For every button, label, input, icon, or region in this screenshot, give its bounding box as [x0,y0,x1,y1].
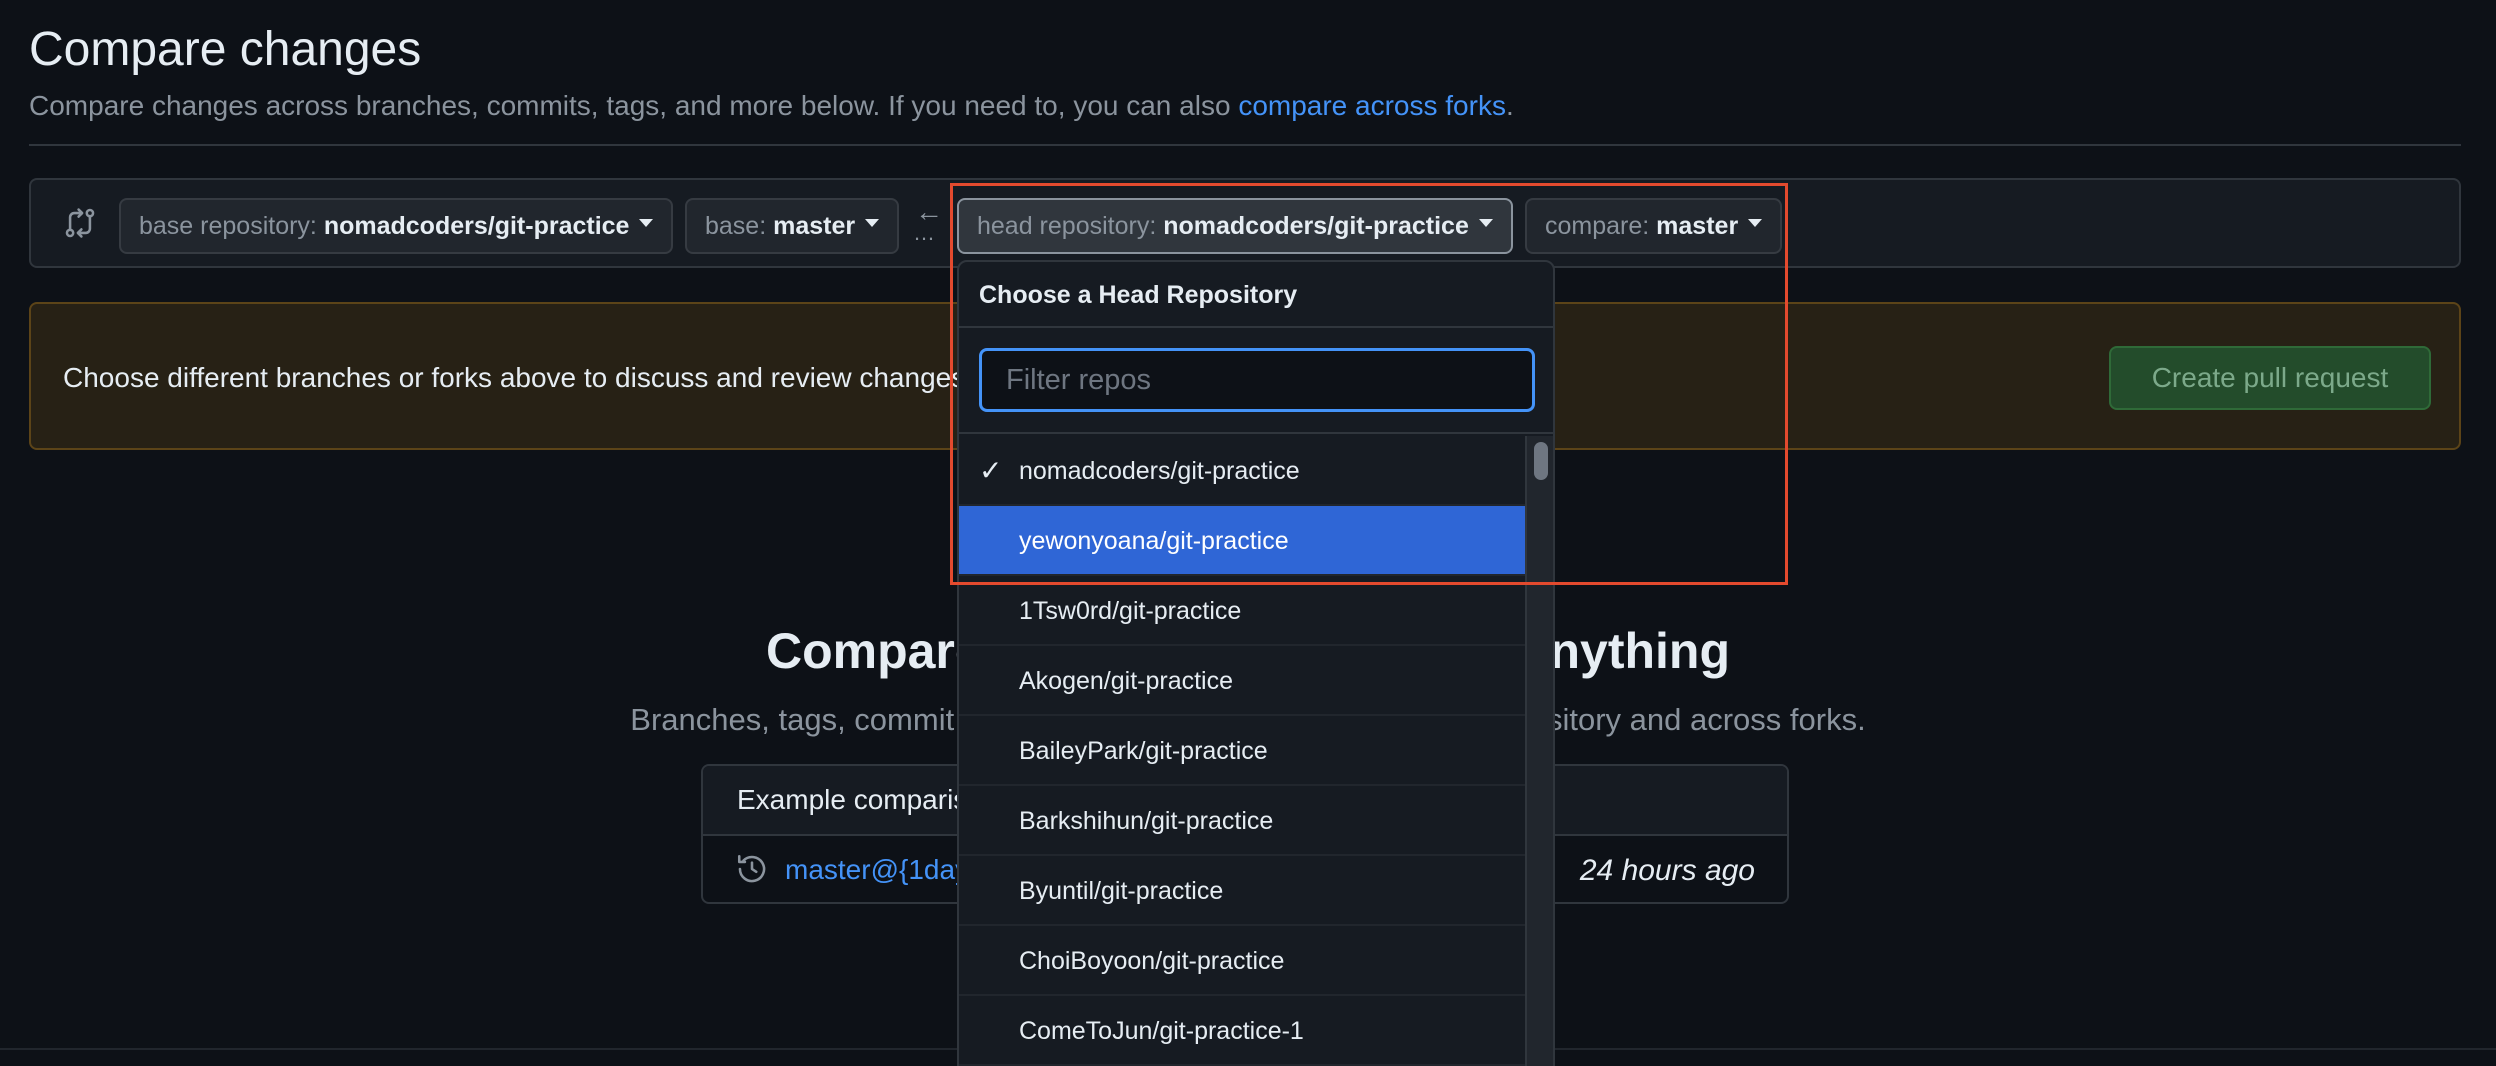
page-title: Compare changes [29,23,422,76]
caret-down-icon [639,219,654,228]
create-pull-request-button[interactable]: Create pull request [2109,346,2431,410]
head-repository-dropdown: Choose a Head Repository ✓ nomadcoders/g… [957,260,1555,1066]
base-repository-value: nomadcoders/git-practice [323,212,630,240]
page-subtitle: Compare changes across branches, commits… [29,90,1514,122]
repo-item-baileypark[interactable]: BaileyPark/git-practice [959,716,1527,786]
compare-branch-label: compare: [1545,212,1657,240]
scrollbar-thumb[interactable] [1534,442,1548,480]
compare-direction: ← … [913,196,943,252]
dropdown-title: Choose a Head Repository [959,262,1553,328]
repo-item-label: ChoiBoyoon/git-practice [1019,947,1285,975]
divider [29,144,2461,146]
subtitle-period: . [1505,90,1514,121]
dropdown-scrollbar[interactable] [1525,436,1553,1066]
git-compare-icon [63,206,97,240]
repo-item-akogen[interactable]: Akogen/git-practice [959,646,1527,716]
repository-list: ✓ nomadcoders/git-practice yewonyoana/gi… [959,436,1527,1066]
notice-text: Choose different branches or forks above… [63,362,973,393]
repo-item-1tsw0rd[interactable]: 1Tsw0rd/git-practice [959,576,1527,646]
filter-repos-input[interactable] [979,348,1535,412]
repo-item-label: BaileyPark/git-practice [1019,737,1268,765]
head-repository-label: head repository: [977,212,1164,240]
repo-item-label: ComeToJun/git-practice-1 [1019,1017,1304,1045]
ellipsis-icon: … [913,220,935,245]
repo-item-label: Akogen/git-practice [1019,667,1234,695]
repo-item-label: yewonyoana/git-practice [1019,527,1289,555]
repo-item-cometojun[interactable]: ComeToJun/git-practice-1 [959,996,1527,1066]
head-repository-select[interactable]: head repository: nomadcoders/git-practic… [957,198,1513,254]
base-repository-label: base repository: [139,212,324,240]
compare-page: Compare changes Compare changes across b… [0,0,2496,1066]
repo-item-barkshihun[interactable]: Barkshihun/git-practice [959,786,1527,856]
dropdown-filter-area [959,328,1553,434]
repo-item-label: Barkshihun/git-practice [1019,807,1274,835]
repo-item-yewonyoana[interactable]: yewonyoana/git-practice [959,506,1527,576]
head-repository-value: nomadcoders/git-practice [1163,212,1469,240]
base-branch-value: master [773,212,856,240]
compare-branch-value: master [1656,212,1739,240]
caret-down-icon [865,219,880,228]
example-comparison-time: 24 hours ago [1579,854,1755,887]
check-icon: ✓ [979,455,1003,486]
repo-item-label: nomadcoders/git-practice [1019,457,1300,485]
base-repository-select[interactable]: base repository: nomadcoders/git-practic… [119,198,674,254]
compare-branch-select[interactable]: compare: master [1525,198,1783,254]
repo-item-choiboyoon[interactable]: ChoiBoyoon/git-practice [959,926,1527,996]
subtitle-text: Compare changes across branches, commits… [29,90,1239,121]
repo-item-byuntil[interactable]: Byuntil/git-practice [959,856,1527,926]
history-icon [735,852,769,886]
repo-item-label: 1Tsw0rd/git-practice [1019,597,1242,625]
caret-down-icon [1748,219,1763,228]
range-editor: base repository: nomadcoders/git-practic… [29,178,2461,268]
base-branch-label: base: [705,212,774,240]
base-branch-select[interactable]: base: master [685,198,900,254]
compare-across-forks-link[interactable]: compare across forks [1238,90,1506,121]
repo-item-label: Byuntil/git-practice [1019,877,1224,905]
repo-item-nomadcoders[interactable]: ✓ nomadcoders/git-practice [959,436,1527,506]
caret-down-icon [1478,219,1493,228]
